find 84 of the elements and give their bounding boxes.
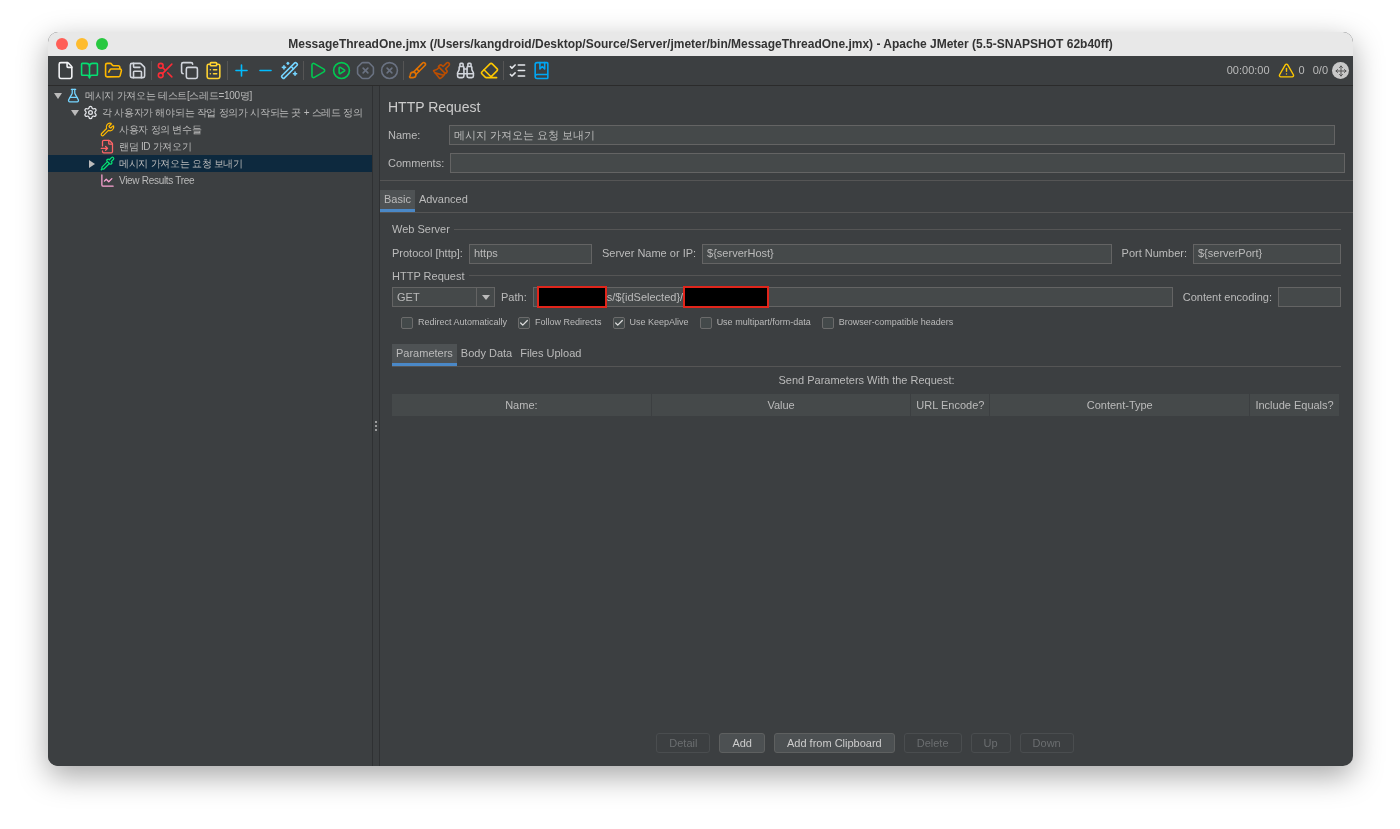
checkbox[interactable] [821,316,834,329]
action-button[interactable]: Add from Clipboard [773,733,895,753]
comments-field[interactable] [450,153,1345,173]
chart-icon [100,173,115,188]
document-icon [100,139,115,154]
list-icon[interactable] [508,61,527,80]
tree-item[interactable]: 각 사용자가 해야되는 작업 정의가 시작되는 곳 + 스레드 정의 [48,104,372,121]
checkbox-label: Redirect Automatically [418,316,508,329]
field-label: Server Name or IP: [601,246,697,262]
new-file-icon[interactable] [56,61,75,80]
scissors-icon[interactable] [156,61,175,80]
tree-label: View Results Tree [119,174,195,188]
tree-item[interactable]: 메시지 가져오는 테스트[스레드=100명] [48,87,372,104]
warning-icon[interactable] [1277,62,1295,79]
checkbox-label: Browser-compatible headers [838,316,954,329]
tree-item[interactable]: 사용자 정의 변수들 [48,121,372,138]
checkbox[interactable] [401,316,413,329]
gear-icon [83,105,98,120]
field-label: Comments: [388,155,445,171]
field-label: Content encoding: [1182,289,1272,305]
plus-icon[interactable] [232,61,251,80]
method-dropdown[interactable]: GET [392,287,495,307]
path-field[interactable]: s/${idSelected}/ [532,287,1173,307]
checkbox[interactable] [518,316,531,329]
server-field[interactable]: ${serverHost} [702,243,1112,264]
port-field[interactable]: ${serverPort} [1193,243,1341,264]
checkbox-label: Use multipart/form-data [716,316,811,329]
checkbox[interactable] [699,316,712,329]
panel-title: HTTP Request [388,99,481,115]
tree-item[interactable]: 메시지 가져오는 요청 보내기 [48,155,372,172]
tree-label: 사용자 정의 변수들 [119,123,202,137]
flask-icon [66,88,81,103]
wand-icon[interactable] [280,61,299,80]
book-icon[interactable] [80,61,99,80]
play-icon[interactable] [308,61,327,80]
tree-label: 메시지 가져오는 테스트[스레드=100명] [85,89,253,103]
field-label: Protocol [http]: [392,246,463,262]
column-header[interactable]: Content-Type [990,394,1250,416]
expanded-arrow-icon[interactable] [54,91,62,100]
pipette-icon [100,156,115,171]
checkbox-label: Use KeepAlive [629,316,689,329]
dropdown-arrow-icon [481,294,490,300]
tree-label: 각 사용자가 해야되는 작업 정의가 시작되는 곳 + 스레드 정의 [102,106,363,120]
checkbox-label: Follow Redirects [535,316,602,329]
tree-label: 메시지 가져오는 요청 보내기 [119,157,243,171]
tab[interactable]: Basic [380,190,415,212]
field-label: Name: [388,127,422,143]
copy-icon[interactable] [180,61,199,80]
thread-count: 0/0 [1312,63,1328,79]
tree-item[interactable]: 랜덤 ID 가져오기 [48,138,372,155]
action-button[interactable]: Add [719,733,765,753]
brush-icon[interactable] [408,61,427,80]
field-label: Path: [501,289,527,305]
window-title: MessageThreadOne.jmx (/Users/kangdroid/Desktop/Source/Server/jmeter/bin/MessageThreadOne.jmx) - Apache JMeter (5.5-SNAPSHOT 62b40ff) [288,36,1113,53]
table-caption: Send Parameters With the Request: [778,372,955,388]
wrench-icon [100,122,115,137]
name-field[interactable]: 메시지 가져오는 요청 보내기 [449,125,1335,145]
redaction-box [536,286,607,308]
column-header[interactable]: Name: [392,394,651,416]
encoding-field[interactable] [1278,287,1341,307]
tab[interactable]: Parameters [392,343,457,366]
folder-icon[interactable] [104,61,123,80]
binoculars-icon[interactable] [456,61,475,80]
tree-label: 랜덤 ID 가져오기 [119,140,192,154]
warning-count: 0 [1298,63,1305,79]
help-book-icon[interactable] [532,61,551,80]
elapsed-time: 00:00:00 [1226,63,1270,79]
group-title: HTTP Request [392,268,465,284]
tab[interactable]: Files Upload [516,343,586,366]
column-header[interactable]: URL Encode? [911,394,990,416]
tab[interactable]: Advanced [414,190,472,212]
group-title: Web Server [392,222,450,237]
protocol-field[interactable]: https [468,243,592,264]
column-header[interactable]: Value [651,394,911,416]
column-header[interactable]: Include Equals? [1250,394,1339,416]
field-label: Port Number: [1121,246,1187,262]
eraser-icon[interactable] [480,61,499,80]
tab[interactable]: Body Data [456,343,517,366]
checkbox[interactable] [612,316,625,329]
collapsed-arrow-icon[interactable] [88,159,96,168]
play-circle-icon[interactable] [332,61,351,80]
clipboard-icon[interactable] [204,61,223,80]
tree-item[interactable]: View Results Tree [48,172,372,189]
expanded-arrow-icon[interactable] [71,108,79,117]
